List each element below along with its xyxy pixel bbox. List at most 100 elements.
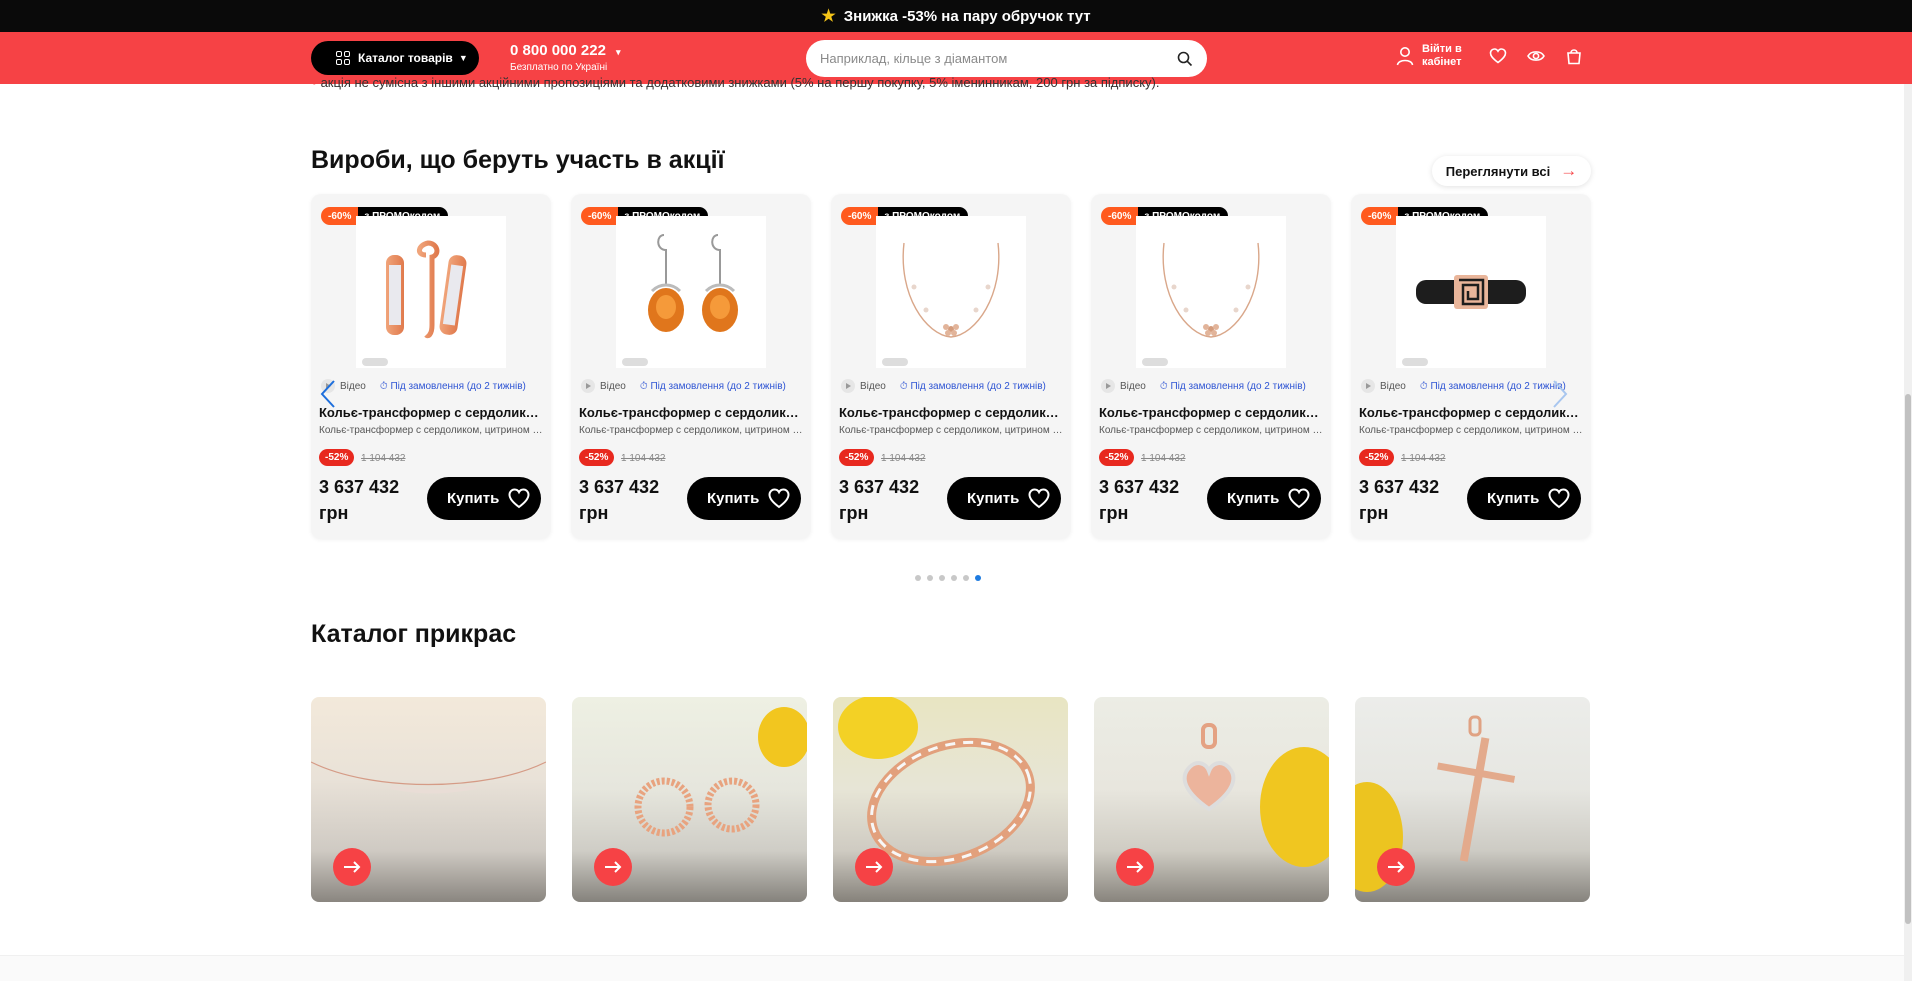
buy-button[interactable]: Купить bbox=[687, 477, 801, 520]
arrow-right-icon[interactable] bbox=[855, 848, 893, 886]
play-icon bbox=[1361, 379, 1375, 393]
product-meta: Відео ⏱ Під замовлення (до 2 тижнів) bbox=[321, 379, 546, 393]
shopping-bag-icon[interactable] bbox=[1565, 47, 1583, 65]
video-link[interactable]: Відео bbox=[1361, 379, 1406, 393]
product-card[interactable]: -60%з ПРОМОкодомВідео⏱ Під замовлення (д… bbox=[1351, 194, 1591, 539]
product-image[interactable] bbox=[616, 216, 766, 368]
heart-icon[interactable] bbox=[1548, 488, 1570, 509]
product-card[interactable]: -60%з ПРОМОкодомВідео⏱ Під замовлення (д… bbox=[311, 194, 551, 539]
heart-icon[interactable] bbox=[1028, 488, 1050, 509]
old-price: 1 104 432 bbox=[621, 453, 666, 464]
pagination-dot[interactable] bbox=[951, 575, 957, 581]
video-label: Відео bbox=[340, 380, 366, 392]
arrow-right-icon[interactable] bbox=[333, 848, 371, 886]
product-price: 3 637 432 грн bbox=[1359, 477, 1440, 523]
clock-icon: ⏱ bbox=[639, 380, 651, 392]
video-label: Відео bbox=[600, 380, 626, 392]
catalog-button[interactable]: Каталог товарів ▼ bbox=[311, 41, 479, 75]
pagination-dot[interactable] bbox=[927, 575, 933, 581]
buy-button[interactable]: Купить bbox=[1467, 477, 1581, 520]
buy-button[interactable]: Купить bbox=[947, 477, 1061, 520]
section-title-catalog: Каталог прикрас bbox=[311, 620, 517, 648]
discount-badge: -52% bbox=[579, 449, 615, 466]
discount-badge: -52% bbox=[839, 449, 875, 466]
search-box bbox=[806, 40, 1207, 77]
discount-badge: -52% bbox=[1099, 449, 1135, 466]
pagination-dot[interactable] bbox=[915, 575, 921, 581]
pagination-dot[interactable] bbox=[963, 575, 969, 581]
catalog-button-label: Каталог товарів bbox=[358, 51, 453, 65]
availability-text: Під замовлення (до 2 тижнів) bbox=[390, 380, 526, 392]
watermark bbox=[362, 358, 388, 366]
video-link[interactable]: Відео bbox=[841, 379, 886, 393]
product-image[interactable] bbox=[356, 216, 506, 368]
phone-number: 0 800 000 222 bbox=[510, 42, 606, 59]
discount-tag: -60% bbox=[841, 207, 879, 225]
heart-icon[interactable] bbox=[1489, 47, 1507, 65]
carousel-pagination bbox=[915, 575, 981, 581]
heart-icon[interactable] bbox=[1288, 488, 1310, 509]
watermark bbox=[1142, 358, 1168, 366]
old-price: 1 104 432 bbox=[1141, 453, 1186, 464]
catalog-tile[interactable] bbox=[1094, 697, 1329, 902]
product-name[interactable]: Кольє-трансформер с сердоликом, цитрином… bbox=[1099, 405, 1325, 420]
carousel-next-arrow[interactable] bbox=[1550, 378, 1570, 410]
product-image[interactable] bbox=[1136, 216, 1286, 368]
video-label: Відео bbox=[1380, 380, 1406, 392]
product-description: Кольє-трансформер с сердоликом, цитрином… bbox=[579, 425, 805, 436]
page-scrollbar[interactable] bbox=[1904, 84, 1912, 981]
promo-bar[interactable]: ★ Знижка -53% на пару обручок тут bbox=[0, 0, 1912, 32]
product-description: Кольє-трансформер с сердоликом, цитрином… bbox=[319, 425, 545, 436]
product-card[interactable]: -60%з ПРОМОкодомВідео⏱ Під замовлення (д… bbox=[1091, 194, 1331, 539]
search-icon[interactable] bbox=[1177, 51, 1193, 67]
availability-text: Під замовлення (до 2 тижнів) bbox=[1430, 380, 1566, 392]
product-card[interactable]: -60%з ПРОМОкодомВідео⏱ Під замовлення (д… bbox=[571, 194, 811, 539]
arrow-right-icon[interactable] bbox=[1377, 848, 1415, 886]
buy-button-label: Купить bbox=[707, 490, 760, 507]
arrow-right-icon: → bbox=[1560, 161, 1578, 180]
product-image[interactable] bbox=[1396, 216, 1546, 368]
earrings-stones-icon bbox=[366, 225, 496, 360]
availability-label: ⏱ Під замовлення (до 2 тижнів) bbox=[900, 381, 1046, 392]
scrollbar-thumb[interactable] bbox=[1905, 394, 1911, 924]
clock-icon: ⏱ bbox=[899, 380, 911, 392]
heart-icon[interactable] bbox=[768, 488, 790, 509]
old-price: 1 104 432 bbox=[881, 453, 926, 464]
catalog-tile[interactable] bbox=[572, 697, 807, 902]
arrow-right-icon[interactable] bbox=[1116, 848, 1154, 886]
video-link[interactable]: Відео bbox=[581, 379, 626, 393]
buy-button[interactable]: Купить bbox=[1207, 477, 1321, 520]
availability-label: ⏱ Під замовлення (до 2 тижнів) bbox=[1160, 381, 1306, 392]
product-name[interactable]: Кольє-трансформер с сердоликом, цитрином… bbox=[839, 405, 1065, 420]
heart-icon[interactable] bbox=[508, 488, 530, 509]
login-line2: кабінет bbox=[1422, 56, 1462, 69]
product-card[interactable]: -60%з ПРОМОкодомВідео⏱ Під замовлення (д… bbox=[831, 194, 1071, 539]
caret-down-icon: ▼ bbox=[458, 53, 468, 63]
product-description: Кольє-трансформер с сердоликом, цитрином… bbox=[1099, 425, 1325, 436]
view-all-button[interactable]: Переглянути всі → bbox=[1432, 156, 1591, 186]
phone-block[interactable]: 0 800 000 222 ▾ Безплатно по Україні bbox=[510, 42, 620, 73]
search-input[interactable] bbox=[820, 51, 1177, 66]
catalog-tile[interactable] bbox=[833, 697, 1068, 902]
pagination-dot[interactable] bbox=[939, 575, 945, 581]
product-price: 3 637 432 грн bbox=[839, 477, 920, 523]
carousel-prev-arrow[interactable] bbox=[318, 378, 338, 410]
pagination-dot[interactable] bbox=[975, 575, 981, 581]
bracelet-chain-icon bbox=[1146, 225, 1276, 360]
arrow-right-icon[interactable] bbox=[594, 848, 632, 886]
login-link[interactable]: Війти в кабінет bbox=[1396, 43, 1462, 69]
product-image[interactable] bbox=[876, 216, 1026, 368]
availability-text: Під замовлення (до 2 тижнів) bbox=[910, 380, 1046, 392]
catalog-tile[interactable] bbox=[311, 697, 546, 902]
buy-button[interactable]: Купить bbox=[427, 477, 541, 520]
product-meta: Відео ⏱ Під замовлення (до 2 тижнів) bbox=[841, 379, 1066, 393]
product-name[interactable]: Кольє-трансформер с сердоликом, цитрином… bbox=[579, 405, 805, 420]
catalog-tile[interactable] bbox=[1355, 697, 1590, 902]
product-name[interactable]: Кольє-трансформер с сердоликом, цитрином… bbox=[319, 405, 545, 420]
video-link[interactable]: Відео bbox=[1101, 379, 1146, 393]
view-all-label: Переглянути всі bbox=[1445, 163, 1551, 179]
user-icon bbox=[1396, 47, 1414, 66]
chevron-down-icon: ▾ bbox=[615, 47, 621, 57]
eye-icon[interactable] bbox=[1527, 47, 1545, 65]
product-meta: Відео ⏱ Під замовлення (до 2 тижнів) bbox=[581, 379, 806, 393]
